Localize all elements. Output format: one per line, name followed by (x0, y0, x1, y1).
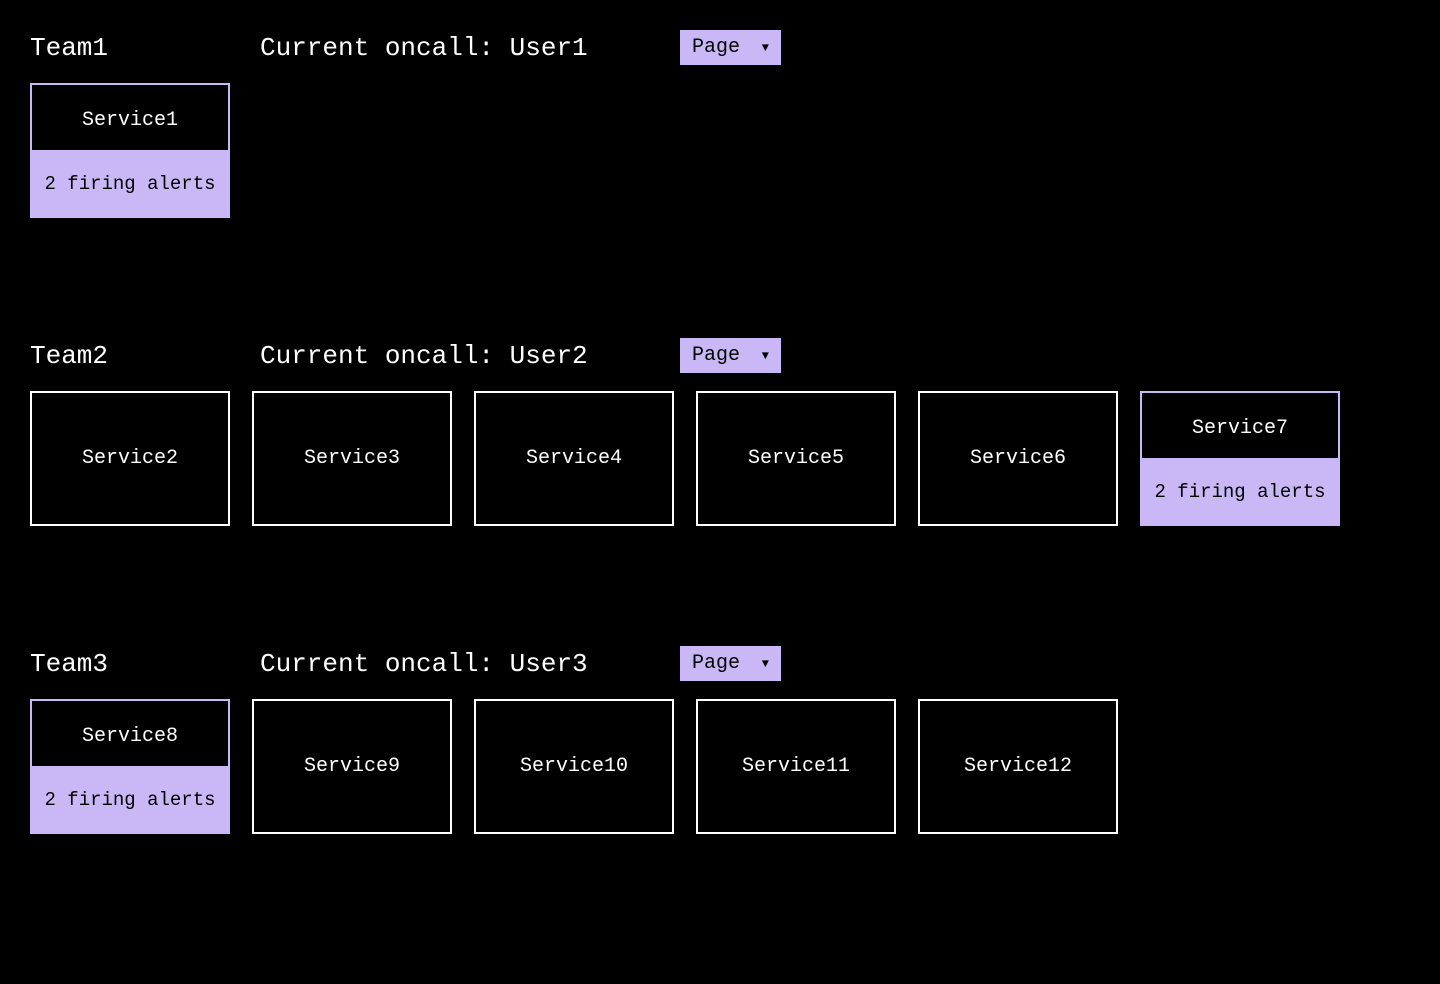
oncall-dashboard: Team1Current oncall: User1PageService12 … (30, 30, 1410, 834)
service-card[interactable]: Service12 (918, 699, 1118, 834)
service-card[interactable]: Service82 firing alerts (30, 699, 230, 834)
services-row: Service82 firing alerts Service9 Service10… (30, 699, 1410, 834)
oncall-user: User1 (510, 33, 588, 63)
team-header: Team3 Current oncall: User3 Page (30, 646, 1410, 681)
team-section: Team1 Current oncall: User1 Page Service12 … (30, 30, 1410, 218)
alert-banner[interactable]: 2 firing alerts (32, 768, 228, 832)
service-name: Service11 (742, 755, 850, 778)
service-name: Service6 (970, 447, 1066, 470)
alert-banner[interactable]: 2 firing alerts (1142, 460, 1338, 524)
oncall-label: Current oncall: User3 (260, 649, 630, 679)
team-section: Team2Current oncall: User2PageService2Se… (30, 338, 1410, 526)
service-name: Service8 (32, 701, 228, 768)
service-card[interactable]: Service11 (696, 699, 896, 834)
page-select[interactable]: Page (680, 646, 781, 681)
service-card[interactable]: Service12 firing alerts (30, 83, 230, 218)
service-card[interactable]: Service9 (252, 699, 452, 834)
service-card[interactable]: Service5 (696, 391, 896, 526)
team-name: Team2 (30, 341, 210, 371)
team-header: Team2 Current oncall: User2 Page (30, 338, 1410, 373)
page-select[interactable]: Page (680, 338, 781, 373)
service-name: Service3 (304, 447, 400, 470)
team-header: Team1 Current oncall: User1 Page (30, 30, 1410, 65)
oncall-label: Current oncall: User2 (260, 341, 630, 371)
page-select[interactable]: Page (680, 30, 781, 65)
service-name: Service9 (304, 755, 400, 778)
page-select-wrap: Page (680, 30, 781, 65)
oncall-label: Current oncall: User1 (260, 33, 630, 63)
services-row: Service12 firing alerts (30, 83, 1410, 218)
oncall-prefix: Current oncall: (260, 33, 510, 63)
service-name: Service5 (748, 447, 844, 470)
service-name: Service4 (526, 447, 622, 470)
service-card[interactable]: Service4 (474, 391, 674, 526)
oncall-user: User2 (510, 341, 588, 371)
page-select-wrap: Page (680, 338, 781, 373)
oncall-prefix: Current oncall: (260, 649, 510, 679)
service-name: Service2 (82, 447, 178, 470)
service-name: Service7 (1142, 393, 1338, 460)
service-name: Service1 (32, 85, 228, 152)
oncall-prefix: Current oncall: (260, 341, 510, 371)
services-row: Service2 Service3 Service4 Service5 Service6… (30, 391, 1410, 526)
service-name: Service12 (964, 755, 1072, 778)
service-card[interactable]: Service2 (30, 391, 230, 526)
service-name: Service10 (520, 755, 628, 778)
page-select-wrap: Page (680, 646, 781, 681)
team-name: Team3 (30, 649, 210, 679)
service-card[interactable]: Service3 (252, 391, 452, 526)
service-card[interactable]: Service72 firing alerts (1140, 391, 1340, 526)
service-card[interactable]: Service6 (918, 391, 1118, 526)
oncall-user: User3 (510, 649, 588, 679)
service-card[interactable]: Service10 (474, 699, 674, 834)
team-name: Team1 (30, 33, 210, 63)
team-section: Team3 Current oncall: User3 Page Service82 … (30, 646, 1410, 834)
alert-banner[interactable]: 2 firing alerts (32, 152, 228, 216)
